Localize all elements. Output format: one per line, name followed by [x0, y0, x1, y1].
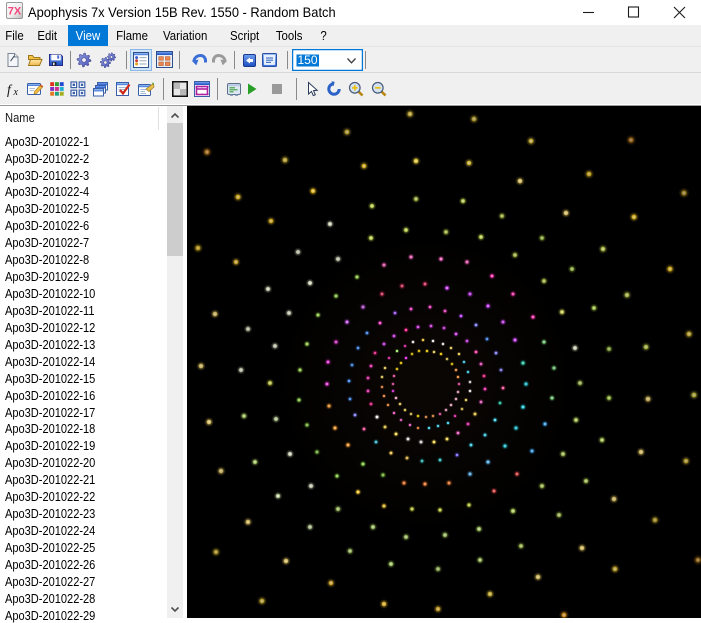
svg-text:7X: 7X	[8, 6, 22, 18]
svg-text:x: x	[13, 87, 19, 97]
svg-text:150: 150	[298, 53, 318, 67]
svg-text:f: f	[7, 82, 13, 97]
